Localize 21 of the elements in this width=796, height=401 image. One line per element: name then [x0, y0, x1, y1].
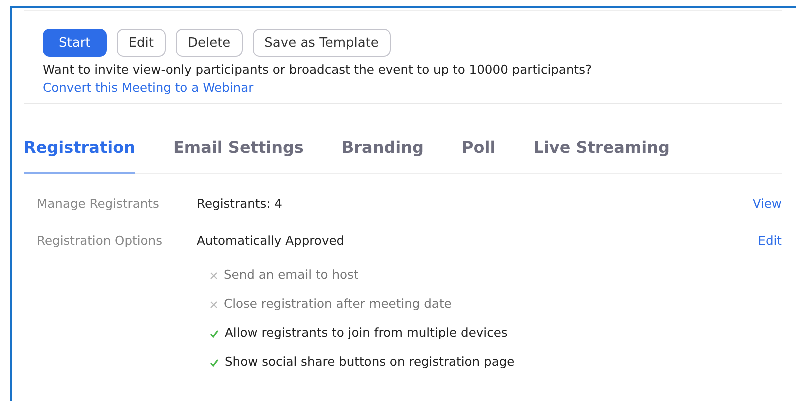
convert-link[interactable]: Convert this Meeting to a Webinar: [43, 81, 254, 95]
setting-value: Automatically Approved: [197, 234, 346, 250]
start-button[interactable]: Start: [43, 29, 107, 57]
setting-label: Registration Options: [37, 234, 164, 250]
option-label: Allow registrants to join from multiple devices: [225, 325, 508, 342]
setting-value: Registrants: 4: [197, 197, 284, 213]
option-label: Close registration after meeting date: [224, 296, 452, 313]
option-label: Show social share buttons on registration page: [225, 354, 515, 371]
setting-link[interactable]: Edit: [758, 234, 782, 271]
tab[interactable]: Live Streaming: [534, 138, 670, 174]
setting-link[interactable]: View: [752, 197, 782, 234]
action-button[interactable]: Delete: [176, 29, 243, 57]
tab[interactable]: Branding: [342, 138, 424, 174]
tab[interactable]: Poll: [462, 138, 496, 174]
setting-label: Manage Registrants: [37, 197, 160, 213]
action-button[interactable]: Edit: [116, 29, 166, 57]
tab[interactable]: Registration: [24, 138, 136, 174]
option-label: Send an email to host: [224, 267, 359, 284]
tab[interactable]: Email Settings: [173, 138, 304, 174]
webinar-notice: Want to invite view-only participants or broadcast the event to up to 10000 participants? Convert this Meeting to a Webinar: [43, 62, 594, 97]
action-button[interactable]: Save as Template: [252, 29, 391, 57]
